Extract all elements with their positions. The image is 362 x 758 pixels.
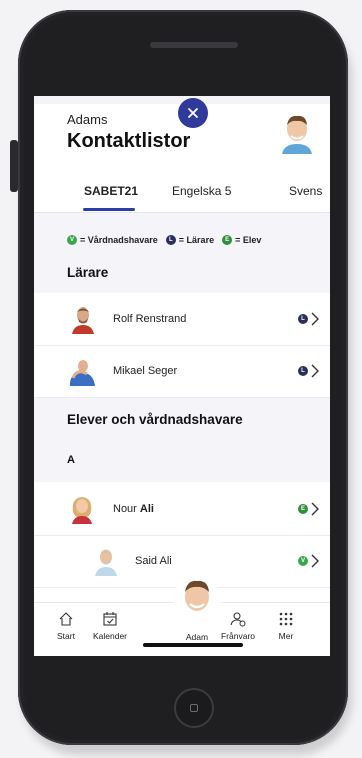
- nav-label: Mer: [278, 631, 294, 641]
- nav-calendar[interactable]: Kalender: [80, 611, 140, 641]
- student-badge-icon: E: [298, 504, 308, 514]
- contact-name: Said Ali: [135, 555, 172, 567]
- teachers-section-title: Lärare: [67, 265, 109, 280]
- close-icon: [188, 108, 198, 118]
- contact-name: Rolf Renstrand: [113, 313, 187, 325]
- phone-home-button[interactable]: [174, 688, 214, 728]
- teacher-badge-icon: L: [298, 314, 308, 324]
- avatar: [95, 549, 117, 576]
- list-item[interactable]: Said Ali V: [34, 536, 330, 588]
- tab-engelska-5[interactable]: Engelska 5: [172, 184, 231, 198]
- avatar: [69, 360, 95, 386]
- header-owner: Adams: [67, 112, 108, 127]
- legend-guardian-label: = Vårdnadshavare: [80, 235, 158, 245]
- absence-icon: [230, 612, 246, 627]
- home-indicator: [143, 643, 243, 647]
- tab-sabet21[interactable]: SABET21: [84, 184, 138, 198]
- students-section-title: Elever och vårdnadshavare: [67, 412, 243, 427]
- role-legend: V = Vårdnadshavare L = Lärare E = Elev: [67, 235, 269, 245]
- nav-profile-label: Adam: [185, 632, 209, 642]
- students-section-header: [34, 398, 330, 482]
- calendar-icon: [103, 612, 117, 626]
- nav-more[interactable]: Mer: [256, 611, 316, 641]
- phone-side-button: [10, 140, 18, 192]
- tab-bar: SABET21 Engelska 5 Svens: [34, 174, 330, 212]
- nav-profile-avatar[interactable]: [175, 577, 219, 621]
- avatar: [175, 577, 219, 621]
- chevron-right-icon: [311, 312, 319, 326]
- legend-student-label: = Elev: [235, 235, 262, 245]
- tab-svenska[interactable]: Svens: [289, 184, 322, 198]
- chevron-right-icon: [311, 364, 319, 378]
- alphabet-letter: A: [67, 454, 75, 466]
- phone-speaker: [150, 42, 238, 48]
- teachers-section-header: [34, 213, 330, 293]
- avatar: [72, 497, 92, 524]
- teacher-badge-icon: L: [165, 235, 176, 245]
- list-item[interactable]: Rolf Renstrand L: [34, 294, 330, 346]
- chevron-right-icon: [311, 554, 319, 568]
- contact-name: Nour Ali: [113, 503, 154, 515]
- home-icon: [59, 612, 73, 626]
- close-button[interactable]: [178, 98, 208, 128]
- page-title: Kontaktlistor: [67, 130, 191, 152]
- app-screen: Adams Kontaktlistor SABET21 Engelska 5 S…: [34, 96, 330, 656]
- student-badge-icon: E: [222, 235, 233, 245]
- list-item[interactable]: Nour Ali E: [34, 484, 330, 536]
- avatar: [72, 307, 94, 334]
- avatar[interactable]: [280, 112, 314, 154]
- guardian-badge-icon: V: [67, 235, 77, 245]
- nav-label: Start: [57, 631, 75, 641]
- nav-label: Kalender: [92, 631, 128, 641]
- guardian-badge-icon: V: [298, 556, 308, 566]
- grid-dots-icon: [279, 612, 293, 626]
- legend-teacher-label: = Lärare: [178, 235, 215, 245]
- contact-name: Mikael Seger: [113, 365, 178, 377]
- list-item[interactable]: Mikael Seger L: [34, 346, 330, 398]
- teacher-badge-icon: L: [298, 366, 308, 376]
- chevron-right-icon: [311, 502, 319, 516]
- active-tab-indicator: [83, 208, 135, 211]
